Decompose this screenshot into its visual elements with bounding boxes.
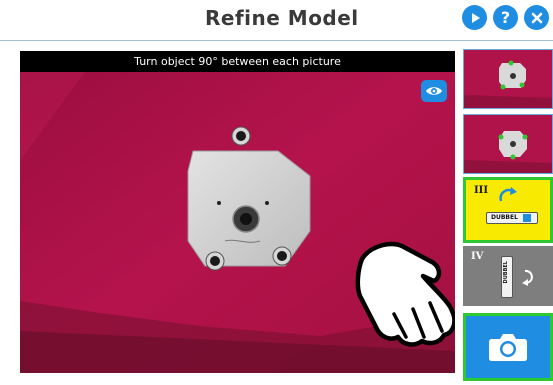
step-thumbnail-2[interactable] <box>463 114 553 174</box>
eye-icon <box>426 87 442 95</box>
close-button[interactable] <box>524 5 549 30</box>
usb-drive-image: DUBBEL <box>501 256 513 298</box>
step-IV-instruction[interactable]: IV DUBBEL <box>463 246 553 306</box>
toggle-overlay-button[interactable] <box>421 80 447 102</box>
help-button[interactable]: ? <box>493 5 518 30</box>
step-III-instruction[interactable]: III DUBBEL <box>463 177 553 243</box>
camera-icon <box>489 334 527 361</box>
rotate-icon <box>522 269 533 286</box>
step-number: IV <box>471 251 484 262</box>
rotate-icon <box>499 187 517 202</box>
close-icon <box>531 12 542 23</box>
play-icon <box>471 12 480 23</box>
header-bar: Refine Model ? <box>0 0 553 40</box>
step-thumbnail-1[interactable] <box>463 49 553 109</box>
capture-photo-button[interactable] <box>463 313 553 381</box>
header-divider <box>0 40 553 41</box>
play-button[interactable] <box>462 5 487 30</box>
usb-drive-image: DUBBEL <box>486 212 538 224</box>
camera-view: Turn object 90° between each picture <box>20 51 455 373</box>
instruction-text: Turn object 90° between each picture <box>20 51 455 72</box>
question-icon: ? <box>500 8 511 27</box>
step-number: III <box>474 185 489 196</box>
page-title: Refine Model <box>205 6 359 30</box>
